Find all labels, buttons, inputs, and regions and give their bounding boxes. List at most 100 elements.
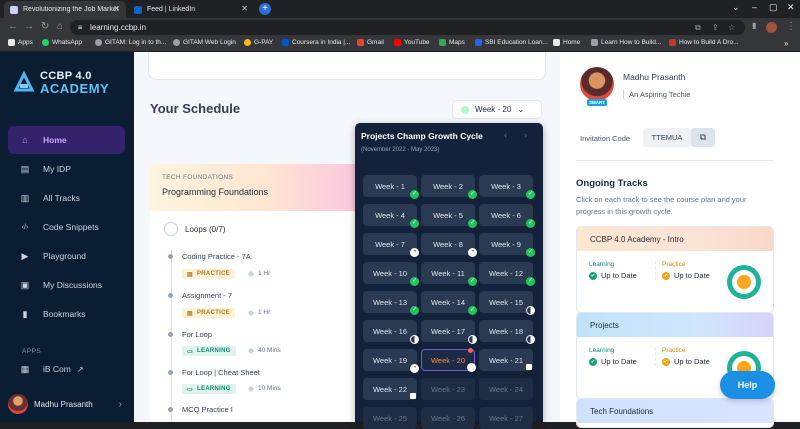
browser-tab-2[interactable]: Feed | LinkedIn ✕ bbox=[128, 1, 254, 18]
half-progress-icon bbox=[468, 335, 477, 344]
back-icon[interactable]: ← bbox=[8, 21, 18, 32]
topic-row[interactable]: Loops (0/7) bbox=[164, 222, 225, 236]
prev-arrow-icon[interactable]: ‹ bbox=[504, 130, 507, 140]
sidebar-item-ib-com[interactable]: ▦ iB Com ↗ bbox=[8, 355, 125, 383]
week-cell[interactable]: Week - 1 ✓ bbox=[363, 175, 419, 199]
sidebar-item-my-idp[interactable]: ▤ My IDP bbox=[8, 155, 125, 183]
progress-ring-icon bbox=[727, 265, 761, 299]
sidebar-item-code-snippets[interactable]: ‹/› Code Snippets bbox=[8, 213, 125, 241]
bookmark-item[interactable]: Learn How to Build... bbox=[591, 39, 661, 46]
next-arrow-icon[interactable]: › bbox=[524, 130, 527, 140]
week-cell[interactable]: Week - 23 bbox=[421, 378, 475, 400]
menu-dots-icon[interactable]: ⋮ bbox=[786, 21, 796, 32]
bookmark-item[interactable]: Apps bbox=[8, 39, 33, 46]
week-cell[interactable]: Week - 3 ✓ bbox=[479, 175, 535, 199]
track-schedule-card: TECH FOUNDATIONS Programming Foundations… bbox=[150, 164, 355, 422]
bookmark-item[interactable]: GITAM: Log in to th... bbox=[95, 39, 166, 46]
ongoing-track-card[interactable]: Tech Foundations bbox=[576, 398, 774, 428]
week-cell[interactable]: Week - 18 bbox=[479, 320, 535, 344]
bookmark-item[interactable]: Coursera in India |... bbox=[282, 39, 350, 46]
profile-avatar-icon[interactable] bbox=[766, 22, 777, 33]
week-cell[interactable]: Week - 26 bbox=[421, 407, 475, 429]
week-cell[interactable]: Week - 13 ✓ bbox=[363, 291, 419, 315]
sidebar-user-profile[interactable]: Madhu Prasanth › bbox=[8, 393, 126, 415]
week-cell[interactable]: Week - 14 ✓ bbox=[421, 291, 477, 315]
week-selector-dropdown[interactable]: Week - 20 ⌄ bbox=[452, 100, 542, 119]
schedule-item[interactable]: Coding Practice - 7A bbox=[168, 252, 251, 261]
week-cell[interactable]: Week - 8 ◔ bbox=[421, 233, 477, 257]
home-icon[interactable]: ⌂ bbox=[57, 21, 63, 32]
week-cell[interactable]: Week - 10 ✓ bbox=[363, 262, 419, 286]
week-label: Week - 26 bbox=[430, 413, 466, 423]
bookmark-item[interactable]: SBI Education Loan... bbox=[475, 39, 548, 46]
new-tab-button[interactable]: + bbox=[259, 3, 271, 15]
sidebar-panel-icon[interactable]: ▮ bbox=[752, 21, 756, 30]
sidebar-item-my-discussions[interactable]: ▣ My Discussions bbox=[8, 271, 125, 299]
ccbp-logo-icon bbox=[13, 70, 35, 92]
week-cell[interactable]: Week - 6 ✓ bbox=[479, 204, 535, 228]
close-tab-icon[interactable]: ✕ bbox=[113, 4, 120, 13]
browser-tab-1[interactable]: Revolutionizing the Job Market | ✕ bbox=[4, 1, 126, 18]
share-icon[interactable]: ⇪ bbox=[712, 23, 719, 32]
profile-avatar[interactable] bbox=[580, 67, 614, 101]
help-button[interactable]: Help bbox=[720, 371, 775, 399]
sidebar-item-all-tracks[interactable]: ▥ All Tracks bbox=[8, 184, 125, 212]
week-cell[interactable]: Week - 5 ✓ bbox=[421, 204, 477, 228]
schedule-item[interactable]: Assignment - 7 bbox=[168, 291, 232, 300]
week-cell[interactable]: Week - 17 bbox=[421, 320, 477, 344]
ongoing-track-card[interactable]: CCBP 4.0 Academy - Intro Learning ✔ Up to… bbox=[576, 226, 774, 313]
copy-button[interactable]: ⧉ bbox=[691, 128, 715, 147]
schedule-item-title: For Loop | Cheat Sheet bbox=[182, 368, 260, 377]
minimize-icon[interactable]: – bbox=[752, 2, 757, 12]
bookmark-item[interactable]: Gmail bbox=[357, 39, 384, 46]
week-cell[interactable]: Week - 15 bbox=[479, 291, 535, 315]
week-cell[interactable]: Week - 25 bbox=[363, 407, 417, 429]
bookmark-star-icon[interactable]: ☆ bbox=[728, 23, 735, 32]
sidebar-item-playground[interactable]: ▶ Playground bbox=[8, 242, 125, 270]
bookmark-item[interactable]: WhatsApp bbox=[42, 39, 82, 46]
week-cell[interactable]: Week - 16 bbox=[363, 320, 419, 344]
schedule-item[interactable]: For Loop | Cheat Sheet bbox=[168, 368, 260, 377]
week-cell[interactable]: Week - 7 ◔ bbox=[363, 233, 419, 257]
week-cell[interactable]: Week - 24 bbox=[479, 378, 533, 400]
smart-badge: SMART bbox=[587, 99, 607, 106]
bookmark-label: Learn How to Build... bbox=[601, 39, 662, 46]
sidebar-item-home[interactable]: ⌂ Home bbox=[8, 126, 125, 154]
sidebar-item-bookmarks[interactable]: ▮ Bookmarks bbox=[8, 300, 125, 328]
url-field[interactable]: 🔒︎ learning.ccbp.in ⧉ ⇪ ☆ bbox=[70, 20, 745, 35]
close-window-icon[interactable]: ✕ bbox=[787, 2, 795, 13]
week-cell[interactable]: Week - 2 ✓ bbox=[421, 175, 477, 199]
schedule-item[interactable]: MCQ Practice I bbox=[168, 405, 233, 414]
week-cell[interactable]: Week - 12 ✓ bbox=[479, 262, 535, 286]
bookmark-item[interactable]: Maps bbox=[439, 39, 465, 46]
week-cell[interactable]: Week - 22 bbox=[363, 378, 417, 400]
forward-icon[interactable]: → bbox=[24, 21, 34, 32]
schedule-item[interactable]: For Loop bbox=[168, 330, 212, 339]
bookmark-item[interactable]: G-PAY bbox=[244, 39, 273, 46]
close-tab-icon[interactable]: ✕ bbox=[241, 4, 248, 13]
bookmark-item[interactable]: Home bbox=[553, 39, 580, 46]
week-cell[interactable]: Week - 9 ✓ bbox=[479, 233, 535, 257]
week-cell[interactable]: Week - 27 bbox=[479, 407, 533, 429]
badge-label: PRACTICE bbox=[196, 310, 231, 316]
reload-icon[interactable]: ↻ bbox=[41, 21, 49, 32]
gpay-icon bbox=[244, 39, 251, 46]
week-label: Week - 6 bbox=[491, 210, 521, 220]
week-label: Week - 27 bbox=[488, 413, 524, 423]
bookmark-item[interactable]: How to Build A Dro... bbox=[669, 39, 739, 46]
week-cell[interactable]: Week - 19 ◔ bbox=[363, 349, 419, 373]
week-cell[interactable]: Week - 20 bbox=[421, 348, 476, 372]
bookmark-item[interactable]: GITAM Web Login bbox=[173, 39, 236, 46]
bookmarks-overflow-icon[interactable]: » bbox=[784, 39, 788, 48]
ccbp-logo[interactable]: CCBP 4.0 ACADEMY bbox=[12, 70, 109, 96]
week-cell[interactable]: Week - 4 ✓ bbox=[363, 204, 419, 228]
week-label: Week - 11 bbox=[431, 268, 465, 278]
bookmark-item[interactable]: YouTube bbox=[394, 39, 430, 46]
duration: ◷ 40 Mins bbox=[248, 347, 281, 354]
week-cell[interactable]: Week - 11 ✓ bbox=[421, 262, 477, 286]
week-cell[interactable]: Week - 21 bbox=[479, 349, 533, 371]
dropdown-icon[interactable]: ⌄ bbox=[732, 2, 740, 13]
maximize-icon[interactable]: ▢ bbox=[769, 2, 778, 13]
track-card-body: Learning ✔ Up to Date Practice ✔ Up to Dat… bbox=[577, 251, 773, 312]
open-in-app-icon[interactable]: ⧉ bbox=[695, 23, 701, 33]
